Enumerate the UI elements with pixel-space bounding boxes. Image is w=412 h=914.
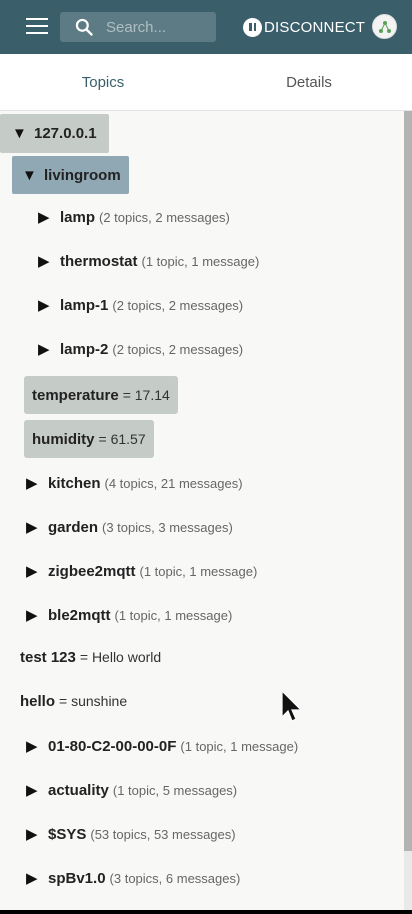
topic-tree: ▼ 127.0.0.1 ▼ livingroom ▶ lamp (2 topic…: [0, 111, 404, 914]
collapsed-arrow-icon: ▶: [26, 826, 38, 843]
tree-node-label: garden: [48, 518, 99, 536]
tree-node-label: spBv1.0: [48, 869, 106, 887]
disconnect-button[interactable]: DISCONNECT: [243, 17, 365, 37]
disconnect-label: DISCONNECT: [264, 18, 366, 36]
collapsed-arrow-icon: ▶: [26, 782, 38, 799]
tree-node-meta: (1 topic, 5 messages): [112, 782, 238, 798]
tree-node-meta: (1 topic, 1 message): [180, 738, 299, 754]
tree-node-lamp[interactable]: ▶ lamp (2 topics, 2 messages): [38, 199, 230, 235]
collapsed-arrow-icon: ▶: [26, 519, 38, 536]
expanded-arrow-icon: ▼: [22, 166, 37, 184]
tree-node-label: lamp-2: [60, 340, 109, 358]
topic-value: = Hello world: [79, 649, 162, 665]
app-bar: DISCONNECT: [0, 0, 412, 54]
tree-node-label: $SYS: [48, 825, 87, 843]
tree-node-label: 127.0.0.1: [34, 125, 97, 142]
tree-node-garden[interactable]: ▶ garden (3 topics, 3 messages): [26, 509, 233, 545]
collapsed-arrow-icon: ▶: [38, 209, 50, 226]
tree-node-meta: (1 topic, 1 message): [141, 253, 260, 269]
scrollbar-thumb[interactable]: [404, 111, 412, 851]
search-icon: [75, 18, 93, 36]
collapsed-arrow-icon: ▶: [38, 341, 50, 358]
topic-name: temperature: [32, 386, 119, 404]
collapsed-arrow-icon: ▶: [38, 253, 50, 270]
tab-bar: Topics Details: [0, 54, 412, 157]
tab-topics[interactable]: Topics: [0, 54, 206, 111]
topic-value: = sunshine: [59, 693, 128, 709]
tree-node-label: thermostat: [60, 252, 138, 270]
tree-node-actuality[interactable]: ▶ actuality (1 topic, 5 messages): [26, 772, 237, 808]
tree-node-ble2mqtt[interactable]: ▶ ble2mqtt (1 topic, 1 message): [26, 597, 232, 633]
tree-node-meta: (3 topics, 3 messages): [102, 519, 233, 535]
tree-node-sys[interactable]: ▶ $SYS (53 topics, 53 messages): [26, 816, 236, 852]
tree-node-meta: (3 topics, 6 messages): [109, 870, 241, 886]
topic-value-temperature[interactable]: temperature = 17.14: [24, 376, 178, 414]
tree-node-kitchen[interactable]: ▶ kitchen (4 topics, 21 messages): [26, 465, 243, 501]
tree-node-meta: (2 topics, 2 messages): [99, 209, 230, 225]
topic-name: humidity: [32, 430, 95, 448]
tree-node-label: lamp: [60, 208, 96, 226]
topic-value-test-123[interactable]: test 123 = Hello world: [20, 639, 161, 675]
topic-name: hello: [20, 692, 56, 710]
tree-node-label: livingroom: [44, 166, 121, 184]
avatar-icon[interactable]: [372, 14, 397, 39]
topic-value-humidity[interactable]: humidity = 61.57: [24, 420, 154, 458]
tree-node-label: 01-80-C2-00-00-0F: [48, 737, 177, 755]
tree-node-meta: (2 topics, 2 messages): [112, 341, 244, 357]
topic-value-hello[interactable]: hello = sunshine: [20, 683, 127, 719]
tree-node-lamp-2[interactable]: ▶ lamp-2 (2 topics, 2 messages): [38, 331, 243, 367]
tree-node-label: zigbee2mqtt: [48, 562, 136, 580]
collapsed-arrow-icon: ▶: [26, 475, 38, 492]
search-box[interactable]: [60, 12, 216, 42]
tree-node-meta: (1 topic, 1 message): [139, 563, 258, 579]
tree-node-thermostat[interactable]: ▶ thermostat (1 topic, 1 message): [38, 243, 259, 279]
tree-node-meta: (4 topics, 21 messages): [104, 475, 243, 491]
tree-node-broker[interactable]: ▼ 127.0.0.1: [0, 114, 109, 153]
collapsed-arrow-icon: ▶: [26, 563, 38, 580]
tree-node-meta: (53 topics, 53 messages): [90, 826, 236, 842]
tree-node-spbv1[interactable]: ▶ spBv1.0 (3 topics, 6 messages): [26, 860, 240, 896]
tree-node-lamp-1[interactable]: ▶ lamp-1 (2 topics, 2 messages): [38, 287, 243, 323]
collapsed-arrow-icon: ▶: [26, 607, 38, 624]
tree-node-01-80-c2[interactable]: ▶ 01-80-C2-00-00-0F (1 topic, 1 message): [26, 728, 298, 764]
mouse-cursor-icon: [281, 690, 303, 722]
tree-node-label: actuality: [48, 781, 109, 799]
collapsed-arrow-icon: ▶: [38, 297, 50, 314]
tree-node-livingroom[interactable]: ▼ livingroom: [12, 156, 129, 194]
network-icon: [378, 20, 391, 33]
collapsed-arrow-icon: ▶: [26, 870, 38, 887]
topic-name: test 123: [20, 648, 76, 666]
expanded-arrow-icon: ▼: [12, 125, 27, 142]
collapsed-arrow-icon: ▶: [26, 738, 38, 755]
tree-node-meta: (2 topics, 2 messages): [112, 297, 244, 313]
tree-node-label: lamp-1: [60, 296, 109, 314]
search-input[interactable]: [106, 16, 210, 38]
bottom-edge: [0, 910, 412, 914]
topic-value: = 61.57: [98, 431, 146, 447]
tab-details[interactable]: Details: [206, 54, 412, 111]
tree-node-label: kitchen: [48, 474, 101, 492]
tree-node-zigbee2mqtt[interactable]: ▶ zigbee2mqtt (1 topic, 1 message): [26, 553, 257, 589]
menu-icon[interactable]: [26, 18, 48, 36]
pause-icon: [243, 17, 262, 37]
tree-node-label: ble2mqtt: [48, 606, 111, 624]
tree-node-meta: (1 topic, 1 message): [114, 607, 233, 623]
topic-value: = 17.14: [122, 387, 170, 403]
